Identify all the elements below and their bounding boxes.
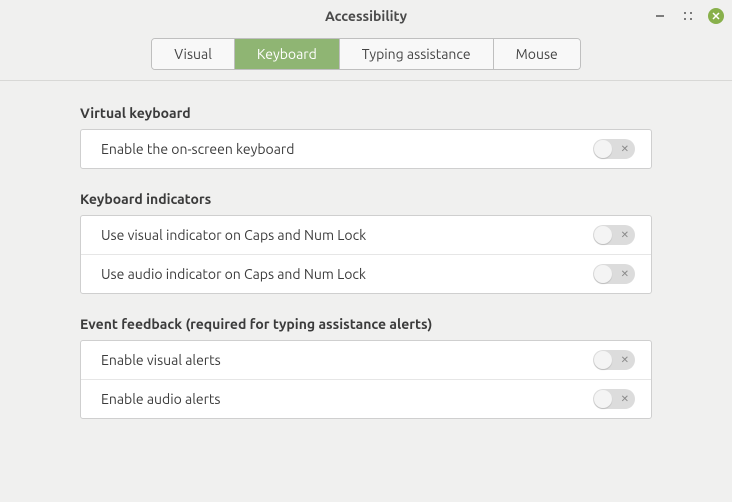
switch-knob-icon	[594, 351, 612, 369]
switch-off-icon: ✕	[621, 144, 629, 154]
switch-enable-onscreen-keyboard[interactable]: ✕	[593, 139, 635, 159]
row-visual-caps-num: Use visual indicator on Caps and Num Loc…	[81, 216, 651, 255]
switch-knob-icon	[594, 390, 612, 408]
switch-knob-icon	[594, 265, 612, 283]
label-audio-caps-num: Use audio indicator on Caps and Num Lock	[101, 266, 366, 282]
window-controls	[652, 0, 724, 32]
switch-off-icon: ✕	[621, 355, 629, 365]
titlebar: Accessibility	[0, 0, 732, 32]
tab-typing-assistance[interactable]: Typing assistance	[340, 39, 494, 69]
switch-visual-alerts[interactable]: ✕	[593, 350, 635, 370]
switch-knob-icon	[594, 140, 612, 158]
row-audio-caps-num: Use audio indicator on Caps and Num Lock…	[81, 255, 651, 293]
label-enable-onscreen-keyboard: Enable the on-screen keyboard	[101, 141, 294, 157]
label-visual-alerts: Enable visual alerts	[101, 352, 221, 368]
section-title-virtual-keyboard: Virtual keyboard	[80, 105, 652, 121]
close-button[interactable]	[708, 8, 724, 24]
tab-keyboard[interactable]: Keyboard	[235, 39, 340, 69]
switch-knob-icon	[594, 226, 612, 244]
switch-off-icon: ✕	[621, 269, 629, 279]
tabbar-container: Visual Keyboard Typing assistance Mouse	[0, 32, 732, 80]
panel-event-feedback: Enable visual alerts ✕ Enable audio aler…	[80, 340, 652, 419]
tabbar: Visual Keyboard Typing assistance Mouse	[151, 38, 581, 70]
minimize-button[interactable]	[652, 8, 668, 24]
switch-audio-caps-num[interactable]: ✕	[593, 264, 635, 284]
switch-off-icon: ✕	[621, 394, 629, 404]
panel-keyboard-indicators: Use visual indicator on Caps and Num Loc…	[80, 215, 652, 294]
panel-virtual-keyboard: Enable the on-screen keyboard ✕	[80, 129, 652, 169]
tab-visual[interactable]: Visual	[152, 39, 235, 69]
switch-visual-caps-num[interactable]: ✕	[593, 225, 635, 245]
switch-audio-alerts[interactable]: ✕	[593, 389, 635, 409]
row-enable-onscreen-keyboard: Enable the on-screen keyboard ✕	[81, 130, 651, 168]
section-title-keyboard-indicators: Keyboard indicators	[80, 191, 652, 207]
row-audio-alerts: Enable audio alerts ✕	[81, 380, 651, 418]
label-audio-alerts: Enable audio alerts	[101, 391, 221, 407]
row-visual-alerts: Enable visual alerts ✕	[81, 341, 651, 380]
label-visual-caps-num: Use visual indicator on Caps and Num Loc…	[101, 227, 366, 243]
window-title: Accessibility	[325, 8, 407, 24]
maximize-button[interactable]	[680, 8, 696, 24]
tab-mouse[interactable]: Mouse	[494, 39, 580, 69]
switch-off-icon: ✕	[621, 230, 629, 240]
section-title-event-feedback: Event feedback (required for typing assi…	[80, 316, 652, 332]
content-area: Virtual keyboard Enable the on-screen ke…	[0, 81, 732, 419]
